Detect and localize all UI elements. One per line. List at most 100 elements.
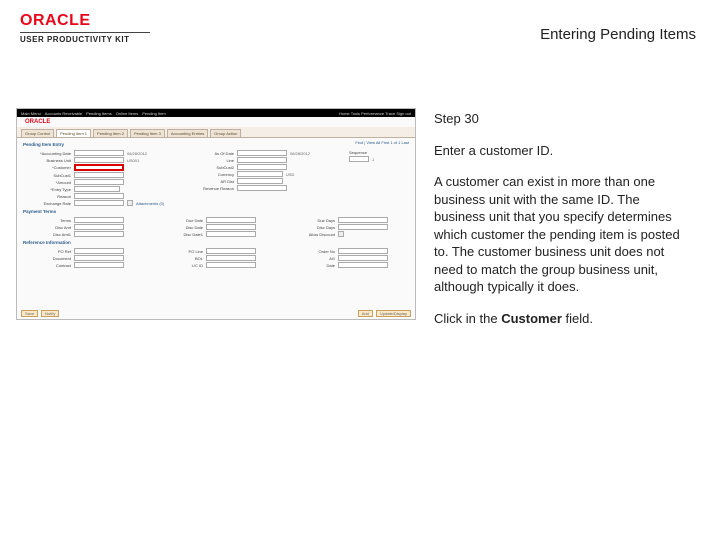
thumb-label: *Accounting Date — [23, 151, 71, 156]
thumb-label: SubCust2 — [186, 165, 234, 170]
thumb-label: AR Dist — [186, 179, 234, 184]
thumb-label: Disc Days — [287, 225, 335, 230]
thumb-input — [206, 231, 256, 237]
thumb-label: Disc Date — [155, 225, 203, 230]
thumb-label: Due Date — [155, 218, 203, 223]
click-suffix: field. — [562, 311, 593, 326]
thumb-input — [206, 262, 256, 268]
instruction-click: Click in the Customer field. — [434, 310, 694, 328]
thumb-input — [206, 217, 256, 223]
thumb-input — [237, 185, 287, 191]
thumb-input — [349, 156, 369, 162]
thumb-input — [74, 186, 120, 192]
thumb-text: US001 — [127, 158, 139, 163]
step-label: Step 30 — [434, 110, 694, 128]
thumb-text: 06/28/2012 — [290, 151, 310, 156]
thumb-label: Exchange Rate — [23, 201, 71, 206]
thumb-icon — [127, 200, 133, 206]
thumb-label: *Customer — [23, 165, 71, 170]
thumb-label: L/C ID — [155, 263, 203, 268]
thumb-link: Sign out — [396, 111, 411, 116]
thumb-text: 06/28/2012 — [127, 151, 147, 156]
thumb-input — [74, 179, 124, 185]
thumb-label: Allow Discount — [287, 232, 335, 237]
thumb-pager: Find | View All First 1 of 1 Last — [355, 140, 409, 149]
thumb-tab: Pending Item 3 — [130, 129, 165, 137]
thumb-input — [74, 262, 124, 268]
thumb-input — [338, 224, 388, 230]
thumb-input — [237, 178, 283, 184]
thumb-input — [237, 150, 287, 156]
thumb-input — [74, 200, 124, 206]
thumb-input — [206, 255, 256, 261]
thumb-label: Business Unit — [23, 158, 71, 163]
thumb-crumb: Accounts Receivable — [45, 111, 82, 116]
thumb-input — [237, 171, 283, 177]
thumb-section-title: Payment Terms — [23, 209, 409, 214]
thumb-input — [74, 248, 124, 254]
thumb-input — [74, 150, 124, 156]
thumb-text: 1 — [372, 157, 374, 162]
thumb-tabs: Group Control Pending Item 1 Pending Ite… — [17, 127, 415, 138]
thumb-button: Save — [21, 310, 38, 317]
thumb-link: Attachments (0) — [136, 201, 164, 206]
thumb-input — [74, 224, 124, 230]
thumb-topbar-right: Home Tools Performance Trace Sign out — [339, 111, 411, 116]
thumb-topbar: Main Menu Accounts Receivable Pending It… — [17, 109, 415, 117]
screenshot-thumbnail: Main Menu Accounts Receivable Pending It… — [16, 108, 416, 320]
thumb-label: *Entry Type — [23, 187, 71, 192]
thumb-label: Order No — [287, 249, 335, 254]
thumb-label: Revenue Reason — [186, 186, 234, 191]
thumb-label: Disc Amt — [23, 225, 71, 230]
thumb-body: Pending Item Entry Find | View All First… — [17, 138, 415, 271]
thumb-link: Performance Trace — [361, 111, 395, 116]
thumb-section-title: Pending Item Entry — [23, 142, 64, 147]
thumb-tab: Pending Item 2 — [93, 129, 128, 137]
thumb-input — [206, 224, 256, 230]
click-field: Customer — [501, 311, 562, 326]
instruction-line: Enter a customer ID. — [434, 142, 694, 160]
thumb-input — [338, 255, 388, 261]
thumb-input — [74, 255, 124, 261]
thumb-label: SubCust1 — [23, 173, 71, 178]
brand-block: ORACLE USER PRODUCTIVITY KIT — [20, 12, 170, 44]
thumb-label: As Of Date — [186, 151, 234, 156]
thumb-label: Contract — [23, 263, 71, 268]
thumb-bottom: Save Notify Add Update/Display — [21, 310, 411, 317]
thumb-customer-highlight — [74, 164, 124, 171]
thumb-input — [74, 157, 124, 163]
brand-word: ORACLE — [20, 12, 170, 30]
thumb-checkbox — [338, 231, 344, 237]
brand-rule — [20, 32, 150, 33]
thumb-input — [74, 231, 124, 237]
thumb-label: Terms — [23, 218, 71, 223]
thumb-tab: Accounting Entries — [167, 129, 208, 137]
instruction-panel: Step 30 Enter a customer ID. A customer … — [434, 110, 694, 341]
thumb-label: Document — [23, 256, 71, 261]
thumb-label: AG — [287, 256, 335, 261]
click-prefix: Click in the — [434, 311, 501, 326]
thumb-crumb: Online Items — [116, 111, 138, 116]
thumb-label: Disc Date1 — [155, 232, 203, 237]
thumb-label: PO Line — [155, 249, 203, 254]
thumb-crumb: Main Menu — [21, 111, 41, 116]
instruction-body: A customer can exist in more than one bu… — [434, 173, 694, 296]
thumb-tab: Pending Item 1 — [56, 129, 91, 137]
thumb-input — [338, 217, 388, 223]
thumb-input — [237, 157, 287, 163]
thumb-link: Home — [339, 111, 350, 116]
thumb-input — [74, 217, 124, 223]
thumb-tab: Group Control — [21, 129, 54, 137]
thumb-label: Currency — [186, 172, 234, 177]
thumb-input — [338, 248, 388, 254]
thumb-link: Tools — [351, 111, 360, 116]
thumb-input — [74, 193, 124, 199]
thumb-crumb: Pending Item — [142, 111, 166, 116]
thumb-input — [237, 164, 287, 170]
thumb-button: Update/Display — [376, 310, 411, 317]
thumb-label: Date — [287, 263, 335, 268]
thumb-label: *Amount — [23, 180, 71, 185]
page-title: Entering Pending Items — [540, 26, 696, 43]
thumb-tab: Group Action — [210, 129, 241, 137]
thumb-label: BOL — [155, 256, 203, 261]
